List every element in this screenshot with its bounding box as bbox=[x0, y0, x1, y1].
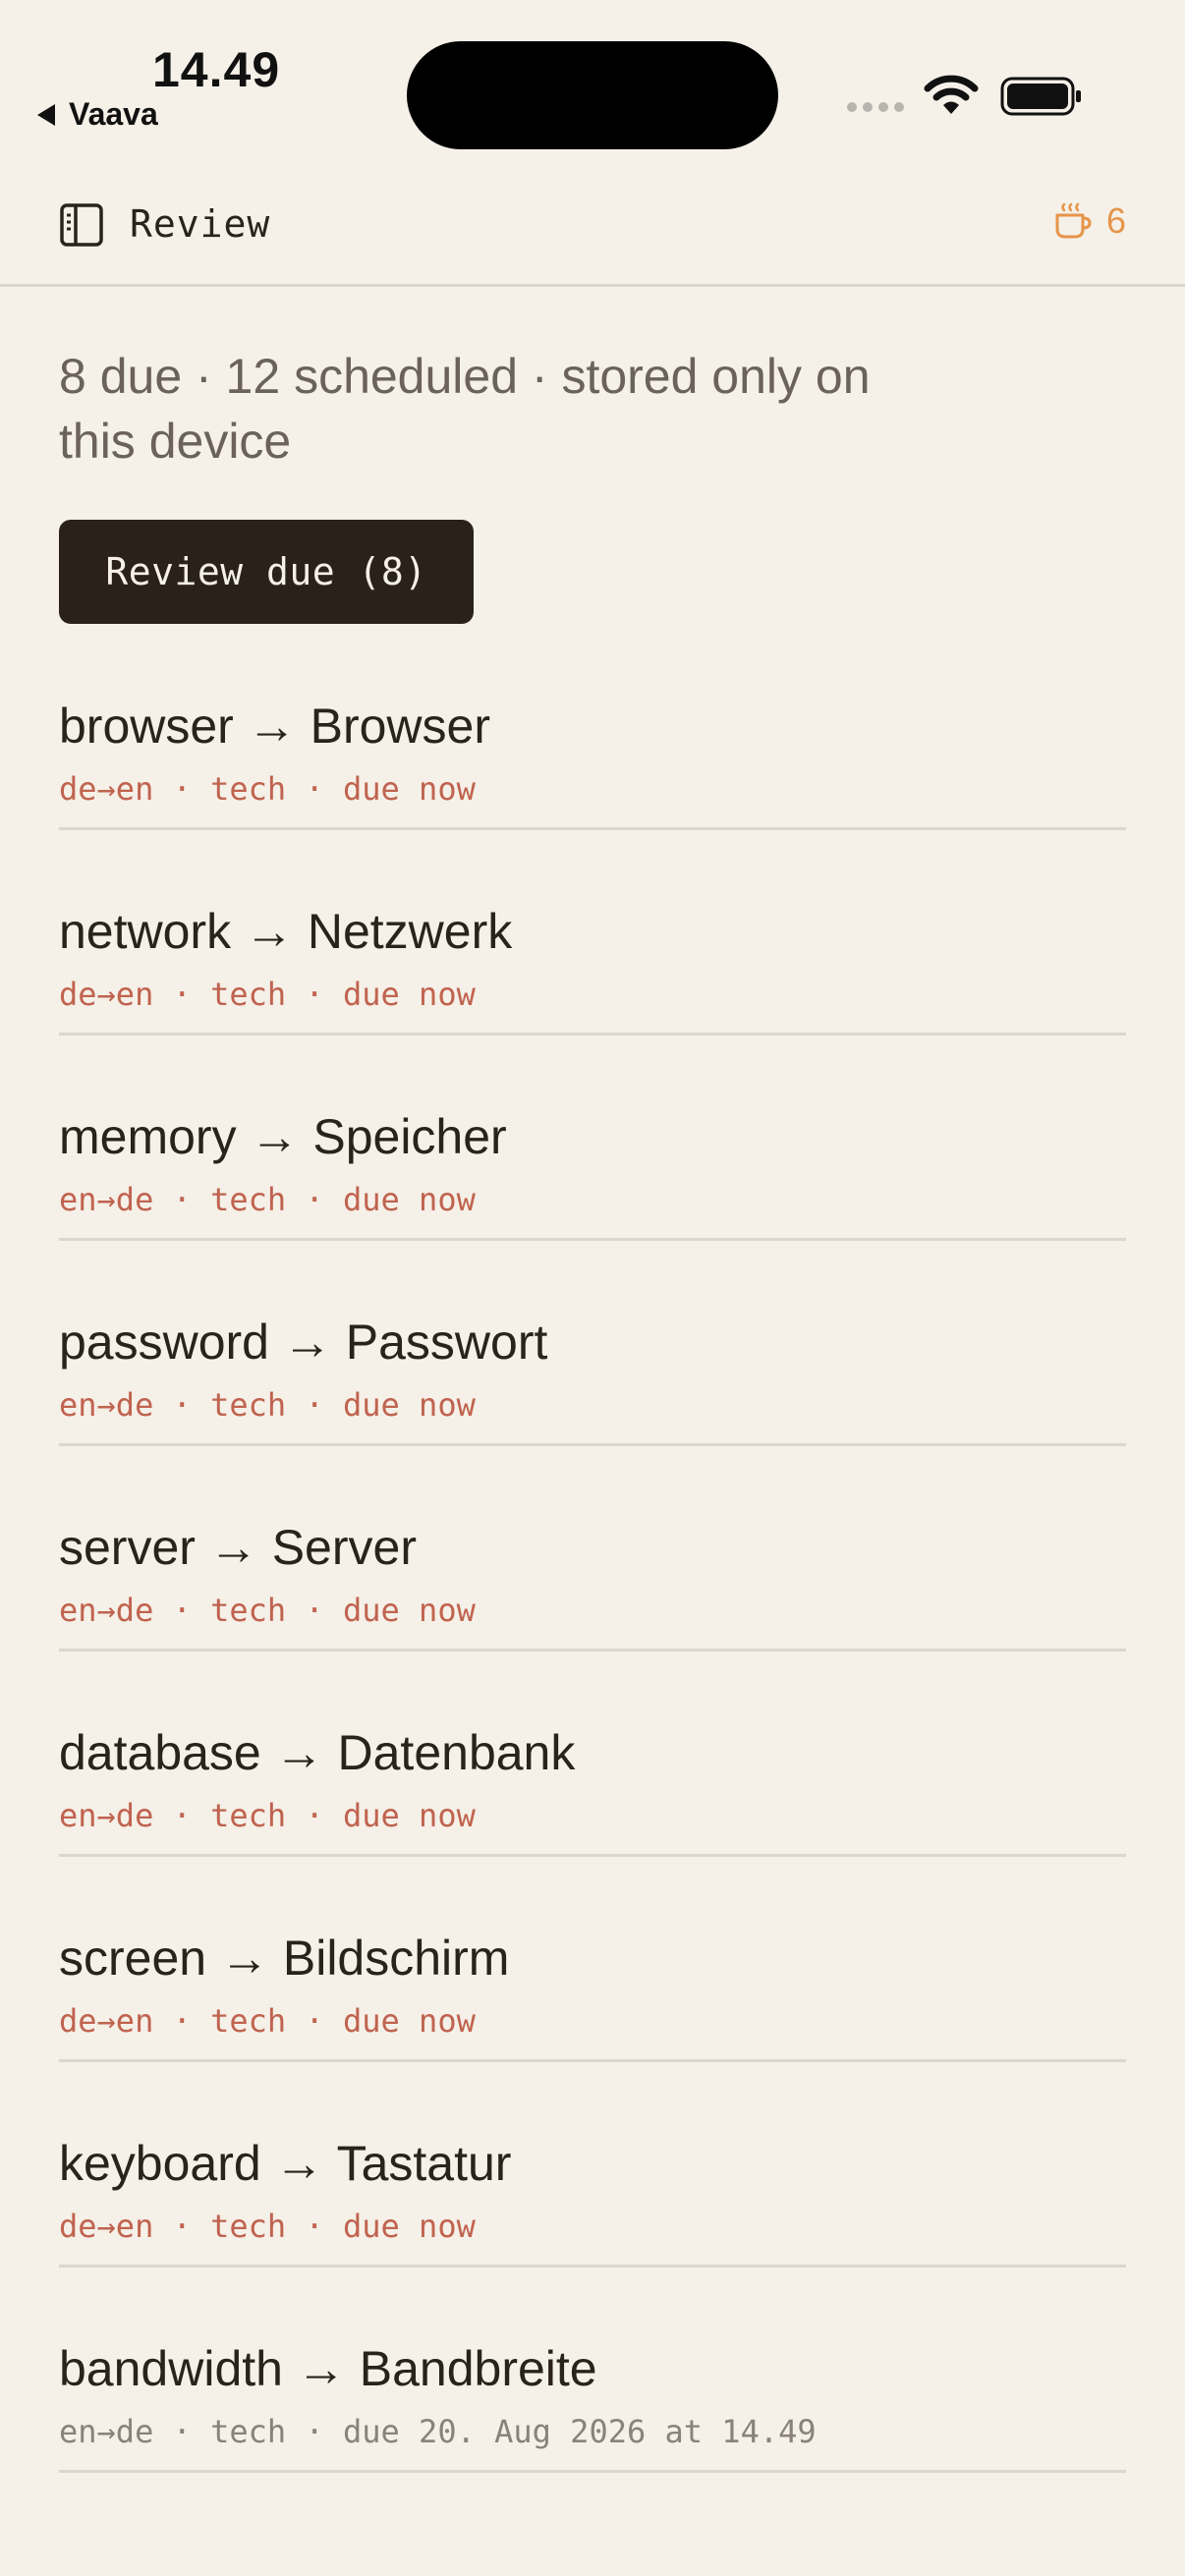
list-item[interactable]: password → Passwort en→de · tech · due n… bbox=[59, 1292, 1126, 1497]
status-time: 14.49 bbox=[152, 42, 281, 97]
divider bbox=[59, 2059, 1126, 2062]
list-item[interactable]: database → Datenbank en→de · tech · due … bbox=[59, 1703, 1126, 1908]
divider bbox=[59, 1238, 1126, 1241]
review-summary: 8 due · 12 scheduled · stored only on th… bbox=[59, 349, 871, 469]
list-item[interactable]: keyboard → Tastatur de→en · tech · due n… bbox=[59, 2113, 1126, 2319]
item-term: screen → Bildschirm bbox=[59, 1931, 510, 1986]
back-to-app-link[interactable]: Vaava bbox=[37, 96, 158, 133]
item-term: bandwidth → Bandbreite bbox=[59, 2341, 597, 2396]
list-item[interactable]: browser → Browser de→en · tech · due now bbox=[59, 676, 1126, 881]
list-item[interactable]: network → Netzwerk de→en · tech · due no… bbox=[59, 881, 1126, 1087]
sidebar-toggle-icon[interactable] bbox=[59, 202, 104, 248]
divider bbox=[59, 1033, 1126, 1036]
item-meta: de→en · tech · due now bbox=[59, 976, 476, 1013]
item-meta: en→de · tech · due now bbox=[59, 1592, 476, 1629]
back-arrow-icon bbox=[37, 103, 55, 126]
divider bbox=[59, 1649, 1126, 1652]
top-navigation-bar: Review 6 bbox=[0, 167, 1185, 287]
dynamic-island bbox=[407, 41, 778, 149]
word-list: browser → Browser de→en · tech · due now… bbox=[59, 676, 1126, 2524]
cellular-signal-icon bbox=[847, 102, 904, 112]
streak-indicator[interactable]: 6 bbox=[1053, 200, 1126, 242]
wifi-icon bbox=[924, 75, 979, 114]
page-title: Review bbox=[130, 202, 271, 246]
divider bbox=[59, 2470, 1126, 2473]
divider bbox=[59, 1854, 1126, 1857]
list-item[interactable]: server → Server en→de · tech · due now bbox=[59, 1497, 1126, 1703]
item-meta: de→en · tech · due now bbox=[59, 2002, 476, 2040]
item-meta: de→en · tech · due now bbox=[59, 770, 476, 808]
item-term: keyboard → Tastatur bbox=[59, 2136, 512, 2191]
item-meta: en→de · tech · due now bbox=[59, 1797, 476, 1834]
back-app-label: Vaava bbox=[69, 96, 158, 132]
item-meta: en→de · tech · due now bbox=[59, 1386, 476, 1424]
list-item[interactable]: memory → Speicher en→de · tech · due now bbox=[59, 1087, 1126, 1292]
item-term: network → Netzwerk bbox=[59, 904, 513, 959]
list-item[interactable]: screen → Bildschirm de→en · tech · due n… bbox=[59, 1908, 1126, 2113]
item-term: password → Passwort bbox=[59, 1315, 548, 1370]
battery-icon bbox=[1000, 77, 1081, 116]
item-term: server → Server bbox=[59, 1520, 417, 1575]
streak-count: 6 bbox=[1105, 200, 1126, 241]
list-item[interactable]: bandwidth → Bandbreite en→de · tech · du… bbox=[59, 2319, 1126, 2524]
status-bar: 14.49 Vaava bbox=[0, 0, 1185, 167]
item-term: memory → Speicher bbox=[59, 1109, 507, 1164]
divider bbox=[59, 2265, 1126, 2268]
item-meta: en→de · tech · due 20. Aug 2026 at 14.49 bbox=[59, 2413, 817, 2450]
item-meta: en→de · tech · due now bbox=[59, 1181, 476, 1218]
item-meta: de→en · tech · due now bbox=[59, 2208, 476, 2245]
item-term: browser → Browser bbox=[59, 699, 490, 754]
divider bbox=[59, 827, 1126, 830]
item-term: database → Datenbank bbox=[59, 1725, 576, 1780]
coffee-cup-icon bbox=[1055, 202, 1092, 239]
divider bbox=[59, 1443, 1126, 1446]
review-due-button[interactable]: Review due (8) bbox=[59, 520, 474, 624]
